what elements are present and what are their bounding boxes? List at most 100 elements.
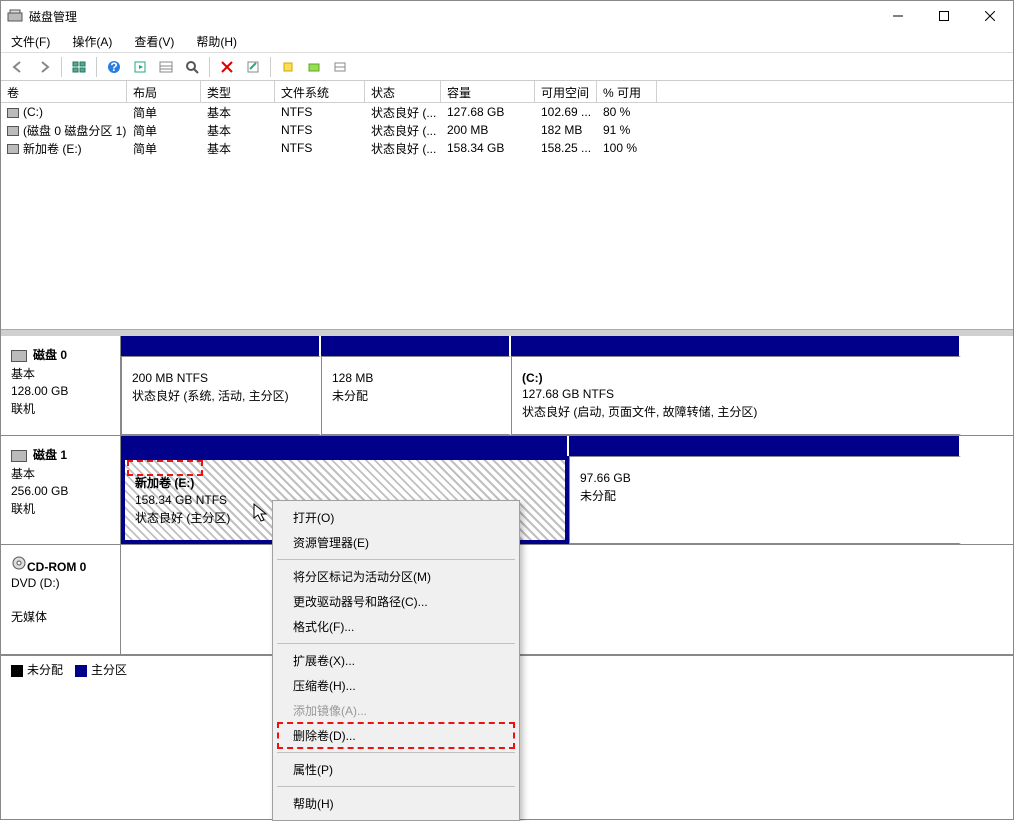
volume-header: 卷 布局 类型 文件系统 状态 容量 可用空间 % 可用 <box>1 81 1013 103</box>
context-menu-item[interactable]: 删除卷(D)... <box>275 723 517 748</box>
disk-type: 基本 <box>11 465 110 482</box>
close-button[interactable] <box>967 1 1013 31</box>
col-pct[interactable]: % 可用 <box>597 81 657 102</box>
col-free[interactable]: 可用空间 <box>535 81 597 102</box>
cell-name: 新加卷 (E:) <box>3 140 129 157</box>
partition-line2: 状态良好 (启动, 页面文件, 故障转储, 主分区) <box>522 403 949 420</box>
partition-line2: 未分配 <box>580 487 949 504</box>
disk-info[interactable]: 磁盘 0基本128.00 GB联机 <box>1 336 121 435</box>
cell-free: 158.25 ... <box>537 141 599 155</box>
views-button[interactable] <box>68 56 90 78</box>
legend-unalloc: 未分配 <box>11 661 63 678</box>
table-row[interactable]: (磁盘 0 磁盘分区 1)简单基本NTFS状态良好 (...200 MB182 … <box>1 121 1013 139</box>
cell-layout: 简单 <box>129 140 203 157</box>
refresh-button[interactable] <box>129 56 151 78</box>
cell-layout: 简单 <box>129 104 203 121</box>
delete-button[interactable] <box>216 56 238 78</box>
properties-button[interactable] <box>242 56 264 78</box>
context-menu-item[interactable]: 打开(O) <box>275 505 517 530</box>
partition-header <box>569 436 961 456</box>
menu-bar: 文件(F) 操作(A) 查看(V) 帮助(H) <box>1 31 1013 53</box>
drive-icon <box>7 144 19 154</box>
col-status[interactable]: 状态 <box>365 81 441 102</box>
partition-header <box>121 336 321 356</box>
context-menu-item[interactable]: 压缩卷(H)... <box>275 673 517 698</box>
partition-name: 新加卷 (E:) <box>135 474 555 491</box>
cell-free: 102.69 ... <box>537 105 599 119</box>
cell-fs: NTFS <box>277 105 367 119</box>
cell-pct: 80 % <box>599 105 659 119</box>
window-title: 磁盘管理 <box>29 8 77 25</box>
extend-button[interactable] <box>303 56 325 78</box>
volume-list: 卷 布局 类型 文件系统 状态 容量 可用空间 % 可用 (C:)简单基本NTF… <box>1 81 1013 330</box>
menu-file[interactable]: 文件(F) <box>7 31 54 52</box>
partition[interactable]: (C:)127.68 GB NTFS状态良好 (启动, 页面文件, 故障转储, … <box>511 356 961 435</box>
menu-help[interactable]: 帮助(H) <box>192 31 241 52</box>
cell-fs: NTFS <box>277 123 367 137</box>
disk-label: 磁盘 1 <box>33 448 67 462</box>
col-fs[interactable]: 文件系统 <box>275 81 365 102</box>
cell-status: 状态良好 (... <box>367 122 443 139</box>
partition-header <box>121 436 569 456</box>
context-menu-item[interactable]: 扩展卷(X)... <box>275 648 517 673</box>
cell-type: 基本 <box>203 122 277 139</box>
list-button[interactable] <box>329 56 351 78</box>
context-menu-separator <box>277 559 515 560</box>
col-volume[interactable]: 卷 <box>1 81 127 102</box>
detail-button[interactable] <box>155 56 177 78</box>
disk-info[interactable]: 磁盘 1 基本 256.00 GB 联机 <box>1 436 121 544</box>
rescan-button[interactable] <box>181 56 203 78</box>
disk-label: 磁盘 0 <box>33 348 67 362</box>
minimize-button[interactable] <box>875 1 921 31</box>
table-row[interactable]: 新加卷 (E:)简单基本NTFS状态良好 (...158.34 GB158.25… <box>1 139 1013 157</box>
context-menu-item[interactable]: 帮助(H) <box>275 791 517 816</box>
partition[interactable]: 128 MB未分配 <box>321 356 511 435</box>
back-button[interactable] <box>7 56 29 78</box>
context-menu: 打开(O)资源管理器(E) 将分区标记为活动分区(M)更改驱动器号和路径(C)..… <box>272 500 520 821</box>
cell-cap: 200 MB <box>443 123 537 137</box>
disk-icon <box>11 350 27 362</box>
toolbar: ? <box>1 53 1013 81</box>
title-bar: 磁盘管理 <box>1 1 1013 31</box>
legend-primary: 主分区 <box>75 661 127 678</box>
partition-line1: 97.66 GB <box>580 471 949 485</box>
context-menu-item[interactable]: 更改驱动器号和路径(C)... <box>275 589 517 614</box>
partition-name: (C:) <box>522 371 949 385</box>
col-cap[interactable]: 容量 <box>441 81 535 102</box>
help-button[interactable]: ? <box>103 56 125 78</box>
window-controls <box>875 1 1013 31</box>
cell-status: 状态良好 (... <box>367 104 443 121</box>
menu-view[interactable]: 查看(V) <box>130 31 178 52</box>
partition[interactable]: 200 MB NTFS状态良好 (系统, 活动, 主分区) <box>121 356 321 435</box>
cell-type: 基本 <box>203 104 277 121</box>
maximize-button[interactable] <box>921 1 967 31</box>
col-layout[interactable]: 布局 <box>127 81 201 102</box>
table-row[interactable]: (C:)简单基本NTFS状态良好 (...127.68 GB102.69 ...… <box>1 103 1013 121</box>
cell-cap: 158.34 GB <box>443 141 537 155</box>
disk-label: CD-ROM 0 <box>27 560 86 574</box>
cell-free: 182 MB <box>537 123 599 137</box>
cell-pct: 91 % <box>599 123 659 137</box>
context-menu-item[interactable]: 将分区标记为活动分区(M) <box>275 564 517 589</box>
context-menu-item[interactable]: 属性(P) <box>275 757 517 782</box>
context-menu-separator <box>277 643 515 644</box>
context-menu-item[interactable]: 格式化(F)... <box>275 614 517 639</box>
forward-button[interactable] <box>33 56 55 78</box>
cell-name: (C:) <box>3 105 129 119</box>
disk-info[interactable]: CD-ROM 0DVD (D:)无媒体 <box>1 545 121 654</box>
new-volume-button[interactable] <box>277 56 299 78</box>
context-menu-item[interactable]: 资源管理器(E) <box>275 530 517 555</box>
cell-cap: 127.68 GB <box>443 105 537 119</box>
disk-status: 联机 <box>11 500 110 517</box>
cell-pct: 100 % <box>599 141 659 155</box>
menu-action[interactable]: 操作(A) <box>68 31 116 52</box>
drive-icon <box>7 126 19 136</box>
disk-size: 256.00 GB <box>11 484 110 498</box>
context-menu-separator <box>277 752 515 753</box>
col-type[interactable]: 类型 <box>201 81 275 102</box>
context-menu-separator <box>277 786 515 787</box>
partition[interactable]: 97.66 GB 未分配 <box>569 456 961 544</box>
partition-line1: 200 MB NTFS <box>132 371 309 385</box>
cell-layout: 简单 <box>129 122 203 139</box>
disk-type: DVD (D:) <box>11 576 110 590</box>
